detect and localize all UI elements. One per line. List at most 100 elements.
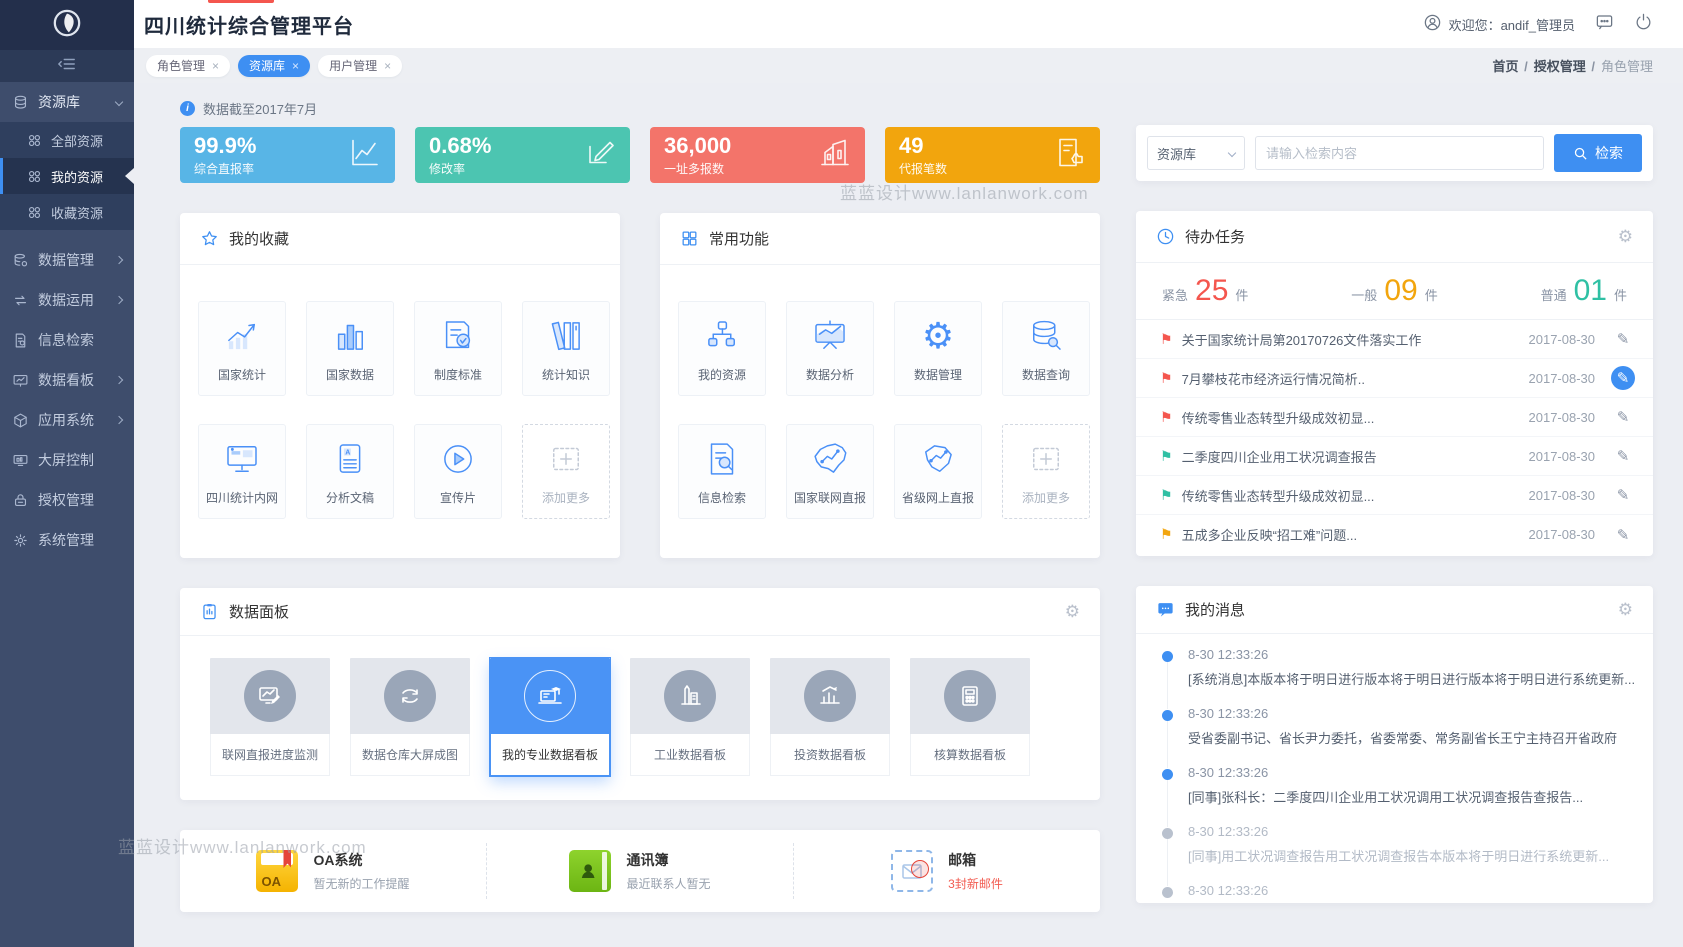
favorite-tile-intranet[interactable]: 四川统计内网 bbox=[198, 424, 286, 519]
stat-card-modify-rate[interactable]: 0.68% 修改率 bbox=[415, 127, 630, 183]
flag-icon: ⚑ bbox=[1160, 526, 1173, 543]
search-button[interactable]: 检索 bbox=[1554, 134, 1642, 172]
lock-icon bbox=[12, 492, 29, 509]
sidebar-item-my-resources[interactable]: 我的资源 bbox=[0, 158, 134, 194]
edit-icon[interactable]: ✎ bbox=[1611, 366, 1635, 390]
favorite-tile-promo-video[interactable]: 宣传片 bbox=[414, 424, 502, 519]
message-item[interactable]: 8-30 12:33:26 [外部消息]本版本将于明日进行系统更新... bbox=[1162, 874, 1633, 903]
task-row[interactable]: ⚑ 传统零售业态转型升级成效初显... 2017-08-30 ✎ bbox=[1136, 398, 1653, 437]
function-tile-data-management[interactable]: ⚙ 数据管理 bbox=[894, 301, 982, 396]
breadcrumb-auth[interactable]: 授权管理 bbox=[1534, 56, 1597, 75]
gear-icon[interactable]: ⚙ bbox=[1618, 600, 1633, 620]
search-category-select[interactable]: 资源库 bbox=[1147, 136, 1245, 170]
sidebar-item-all-resources[interactable]: 全部资源 bbox=[0, 122, 134, 158]
edit-icon[interactable]: ✎ bbox=[1611, 483, 1635, 507]
clock-icon bbox=[1156, 227, 1175, 246]
function-tile-add-more[interactable]: 添加更多 bbox=[1002, 424, 1090, 519]
close-icon[interactable]: × bbox=[212, 59, 219, 73]
favorite-tile-analysis-doc[interactable]: A 分析文稿 bbox=[306, 424, 394, 519]
stat-card-agent-reports[interactable]: 49 代报笔数 bbox=[885, 127, 1100, 183]
card-top bbox=[910, 658, 1030, 734]
chat-icon bbox=[1156, 600, 1175, 619]
task-row[interactable]: ⚑ 五成多企业反映“招工难”问题... 2017-08-30 ✎ bbox=[1136, 515, 1653, 554]
contacts-icon bbox=[569, 850, 611, 892]
message-item[interactable]: 8-30 12:33:26 受省委副书记、省长尹力委托，省委常委、常务副省长王宁… bbox=[1162, 697, 1633, 756]
message-time: 8-30 12:33:26 bbox=[1188, 883, 1633, 898]
grid-icon bbox=[26, 132, 43, 149]
close-icon[interactable]: × bbox=[292, 59, 299, 73]
dashboard-card-my-professional[interactable]: 我的专业数据看板 bbox=[490, 658, 610, 776]
books-icon bbox=[545, 315, 587, 357]
favorite-tile-national-data[interactable]: 国家数据 bbox=[306, 301, 394, 396]
sidebar-item-data-usage[interactable]: 数据运用 bbox=[0, 280, 134, 320]
favorite-tile-national-stats[interactable]: 国家统计 bbox=[198, 301, 286, 396]
sidebar-item-label: 我的资源 bbox=[51, 167, 103, 186]
function-tile-data-query[interactable]: 数据查询 bbox=[1002, 301, 1090, 396]
line-chart-icon bbox=[347, 135, 383, 176]
quick-link-mail[interactable]: 邮箱 3封新邮件 bbox=[793, 843, 1100, 899]
status-dot bbox=[1162, 651, 1173, 662]
task-row[interactable]: ⚑ 关于国家统计局第20170726文件落实工作 2017-08-30 ✎ bbox=[1136, 320, 1653, 359]
edit-icon[interactable]: ✎ bbox=[1611, 327, 1635, 351]
edit-icon bbox=[582, 135, 618, 176]
quick-link-contacts[interactable]: 通讯簿 最近联系人暂无 bbox=[486, 843, 793, 899]
sidebar-item-system-management[interactable]: 系统管理 bbox=[0, 520, 134, 560]
function-tile-my-resources[interactable]: 我的资源 bbox=[678, 301, 766, 396]
favorite-tile-standards[interactable]: 制度标准 bbox=[414, 301, 502, 396]
gear-icon[interactable]: ⚙ bbox=[1618, 227, 1633, 247]
task-row[interactable]: ⚑ 二季度四川企业用工状况调查报告 2017-08-30 ✎ bbox=[1136, 437, 1653, 476]
edit-icon[interactable]: ✎ bbox=[1611, 444, 1635, 468]
app-logo[interactable] bbox=[0, 0, 134, 50]
function-tile-data-analysis[interactable]: 数据分析 bbox=[786, 301, 874, 396]
task-row[interactable]: ⚑ 传统零售业态转型升级成效初显... 2017-08-30 ✎ bbox=[1136, 476, 1653, 515]
dashboard-card-investment[interactable]: 投资数据看板 bbox=[770, 658, 890, 776]
sidebar-item-info-search[interactable]: 信息检索 bbox=[0, 320, 134, 360]
quick-link-oa[interactable]: OA OA系统 暂无新的工作提醒 bbox=[180, 843, 486, 899]
edit-icon[interactable]: ✎ bbox=[1611, 523, 1635, 547]
breadcrumb-home[interactable]: 首页 bbox=[1492, 56, 1529, 75]
stat-card-report-rate[interactable]: 99.9% 综合直报率 bbox=[180, 127, 395, 183]
breadcrumb-current: 角色管理 bbox=[1601, 56, 1653, 75]
card-top bbox=[770, 658, 890, 734]
sidebar-item-data-management[interactable]: 数据管理 bbox=[0, 240, 134, 280]
sync-icon bbox=[12, 292, 29, 309]
edit-icon[interactable]: ✎ bbox=[1611, 405, 1635, 429]
message-item[interactable]: 8-30 12:33:26 [系统消息]本版本将于明日进行版本将于明日进行版本将… bbox=[1162, 638, 1633, 697]
message-item[interactable]: 8-30 12:33:26 [同事]用工状况调查报告用工状况调查报告本版本将于明… bbox=[1162, 815, 1633, 874]
message-item[interactable]: 8-30 12:33:26 [同事]张科长：二季度四川企业用工状况调用工状况调查… bbox=[1162, 756, 1633, 815]
sidebar-item-favorite-resources[interactable]: 收藏资源 bbox=[0, 194, 134, 230]
tab-role-management[interactable]: 角色管理 × bbox=[146, 55, 230, 77]
functions-header: 常用功能 bbox=[660, 213, 1100, 265]
sidebar-item-app-system[interactable]: 应用系统 bbox=[0, 400, 134, 440]
page-title: 四川统计综合管理平台 bbox=[144, 10, 354, 39]
function-tile-info-search[interactable]: 信息检索 bbox=[678, 424, 766, 519]
database-search-icon bbox=[1025, 315, 1067, 357]
sidebar-group-resources[interactable]: 资源库 bbox=[0, 82, 134, 122]
close-icon[interactable]: × bbox=[384, 59, 391, 73]
search-icon bbox=[1573, 146, 1588, 161]
sidebar-item-authorization[interactable]: 授权管理 bbox=[0, 480, 134, 520]
quick-links-bar: OA OA系统 暂无新的工作提醒 通讯簿 最近联系人暂无 bbox=[180, 830, 1100, 912]
search-input[interactable] bbox=[1255, 136, 1544, 170]
dashboard-card-warehouse[interactable]: 数据仓库大屏成图 bbox=[350, 658, 470, 776]
stat-card-multi-report[interactable]: 36,000 一址多报数 bbox=[650, 127, 865, 183]
dashboard-card-accounting[interactable]: 核算数据看板 bbox=[910, 658, 1030, 776]
message-icon[interactable] bbox=[1595, 12, 1614, 36]
sidebar-item-big-screen[interactable]: 大屏控制 bbox=[0, 440, 134, 480]
tab-user-management[interactable]: 用户管理 × bbox=[318, 55, 402, 77]
user-welcome[interactable]: 欢迎您：andif_管理员 bbox=[1423, 13, 1575, 35]
function-tile-national-report[interactable]: 国家联网直报 bbox=[786, 424, 874, 519]
favorite-tile-add-more[interactable]: 添加更多 bbox=[522, 424, 610, 519]
tab-resources[interactable]: 资源库 × bbox=[238, 55, 310, 77]
sidebar-collapse-button[interactable] bbox=[0, 50, 134, 82]
dashboard-card-industry[interactable]: 工业数据看板 bbox=[630, 658, 750, 776]
dashboard-card-report-monitor[interactable]: 联网直报进度监测 bbox=[210, 658, 330, 776]
quick-link-subtitle: 3封新邮件 bbox=[948, 875, 1003, 892]
favorite-tile-knowledge[interactable]: 统计知识 bbox=[522, 301, 610, 396]
sidebar-item-data-dashboard[interactable]: 数据看板 bbox=[0, 360, 134, 400]
power-icon[interactable] bbox=[1634, 12, 1653, 36]
task-row[interactable]: ⚑ 7月攀枝花市经济运行情况简析.. 2017-08-30 ✎ bbox=[1136, 359, 1653, 398]
gear-icon[interactable]: ⚙ bbox=[1065, 602, 1080, 622]
function-tile-provincial-report[interactable]: 省级网上直报 bbox=[894, 424, 982, 519]
sidebar-item-label: 信息检索 bbox=[38, 330, 94, 350]
